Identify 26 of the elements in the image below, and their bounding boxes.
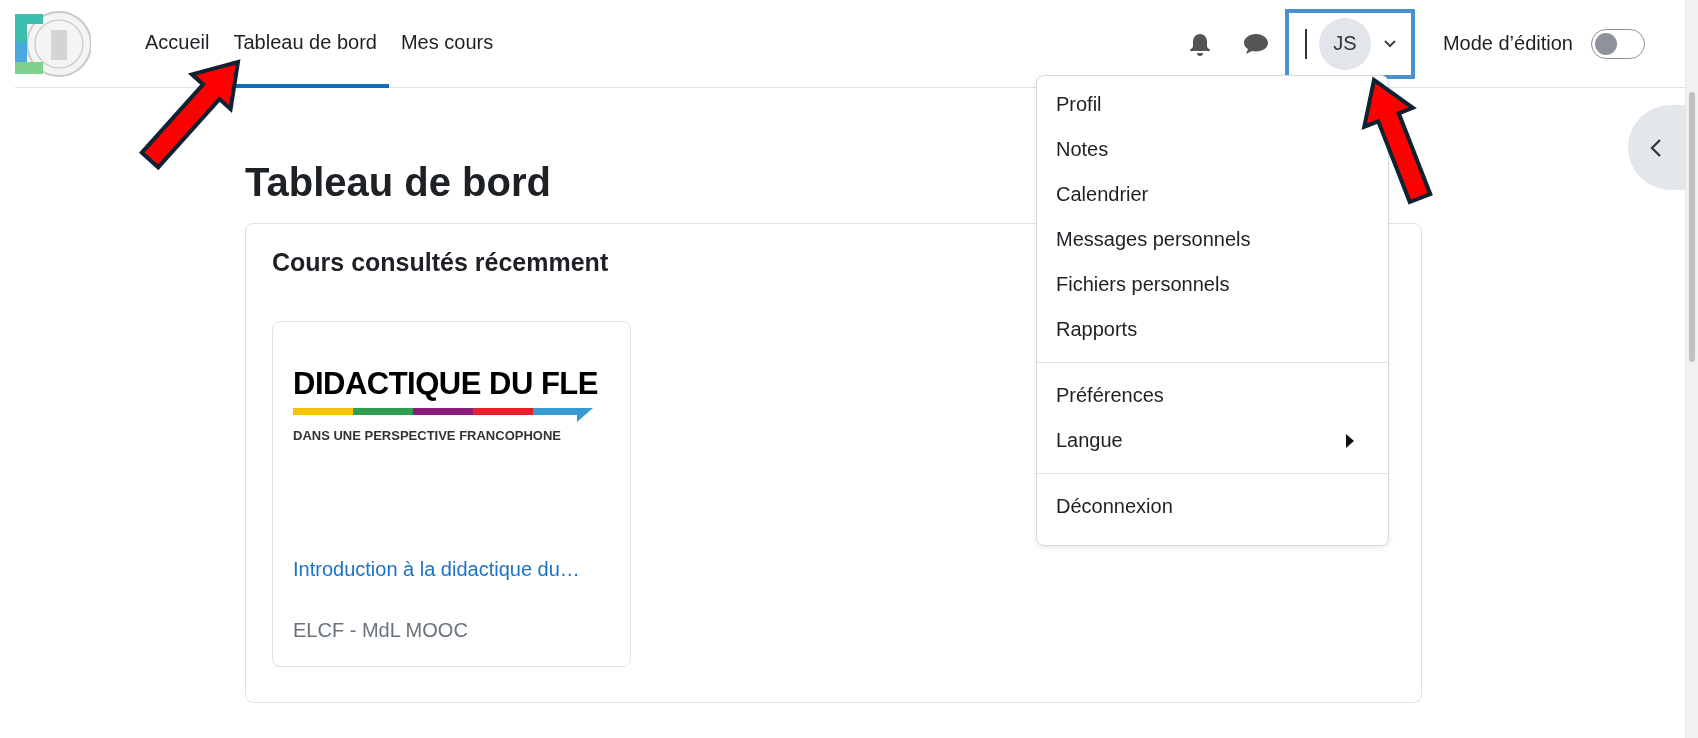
menu-item[interactable]: Déconnexion xyxy=(1037,484,1354,529)
course-image-subtitle: DANS UNE PERSPECTIVE FRANCOPHONE xyxy=(293,428,562,443)
menu-item[interactable]: Calendrier xyxy=(1037,172,1354,217)
edit-mode-toggle[interactable] xyxy=(1591,28,1645,59)
menu-item[interactable]: Rapports xyxy=(1037,307,1354,352)
course-link[interactable]: Introduction à la didactique du… xyxy=(293,558,610,581)
nav-link[interactable]: Accueil xyxy=(133,0,222,88)
page-title: Tableau de bord xyxy=(245,160,551,205)
user-menu-button[interactable]: JS xyxy=(1284,8,1415,79)
drawer-toggle-button[interactable] xyxy=(1628,105,1686,190)
menu-item[interactable]: Messages personnels xyxy=(1037,217,1354,262)
menu-item[interactable]: Fichiers personnels xyxy=(1037,262,1354,307)
menu-item[interactable]: Préférences xyxy=(1037,373,1354,418)
menu-item[interactable]: Profil xyxy=(1037,82,1354,127)
submenu-arrow-icon xyxy=(1346,433,1354,448)
menu-item[interactable]: Langue xyxy=(1037,418,1354,463)
chevron-down-icon xyxy=(1382,39,1397,48)
user-avatar: JS xyxy=(1318,17,1371,70)
nav-link[interactable]: Mes cours xyxy=(388,0,506,88)
scrollbar-thumb[interactable] xyxy=(1689,92,1695,362)
chevron-left-icon xyxy=(1650,137,1662,158)
section-title: Cours consultés récemment xyxy=(272,248,610,277)
course-image-title: DIDACTIQUE DU FLE xyxy=(293,366,599,402)
course-category: ELCF - MdL MOOC xyxy=(293,619,469,642)
edit-mode-label: Mode d’édition xyxy=(1442,32,1573,55)
menu-item[interactable]: Notes xyxy=(1037,127,1354,172)
